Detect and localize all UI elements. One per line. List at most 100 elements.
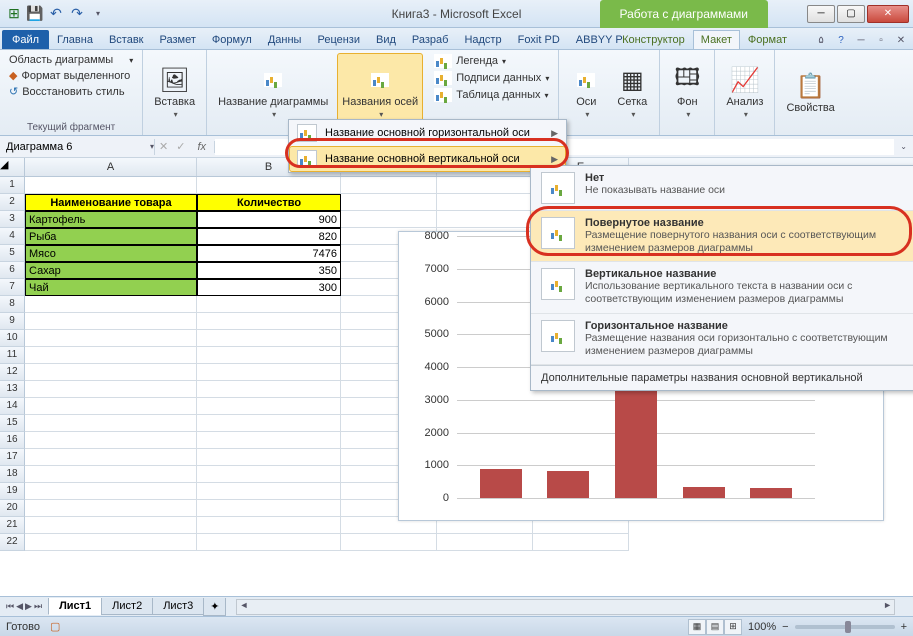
cell[interactable]: [25, 483, 197, 500]
cell[interactable]: [197, 177, 341, 194]
chart-element-selector[interactable]: Область диаграммы▾: [6, 53, 136, 67]
submenu-none[interactable]: НетНе показывать название оси: [531, 166, 913, 211]
row-header[interactable]: 8: [0, 296, 25, 313]
cell[interactable]: Рыба: [25, 228, 197, 245]
submenu-horizontal-title[interactable]: Горизонтальное названиеРазмещение назван…: [531, 314, 913, 365]
cell[interactable]: [197, 534, 341, 551]
cell[interactable]: [341, 534, 437, 551]
ribbon-minimize-icon[interactable]: ۵: [813, 35, 829, 49]
cell[interactable]: [25, 449, 197, 466]
row-header[interactable]: 13: [0, 381, 25, 398]
sheet-nav-arrows[interactable]: ⏮◀▶⏭: [0, 601, 49, 612]
row-header[interactable]: 1: [0, 177, 25, 194]
submenu-more-options[interactable]: Дополнительные параметры названия основн…: [531, 365, 913, 390]
background-button[interactable]: 🖽Фон: [666, 53, 708, 131]
cell[interactable]: [25, 534, 197, 551]
cell[interactable]: [25, 381, 197, 398]
sheet-tab-2[interactable]: Лист2: [101, 598, 153, 615]
tab-layout[interactable]: Размет: [152, 30, 204, 49]
cell[interactable]: [25, 466, 197, 483]
cell[interactable]: 820: [197, 228, 341, 245]
cell[interactable]: [25, 177, 197, 194]
cell[interactable]: [341, 194, 437, 211]
minimize-button[interactable]: ─: [807, 5, 835, 23]
cell[interactable]: [25, 313, 197, 330]
cell[interactable]: [25, 517, 197, 534]
cell[interactable]: [437, 211, 533, 228]
legend-button[interactable]: Легенда ▾: [431, 53, 552, 69]
cell[interactable]: [197, 313, 341, 330]
horizontal-scrollbar[interactable]: [236, 599, 895, 615]
cell[interactable]: [25, 330, 197, 347]
macro-record-icon[interactable]: ▢: [50, 620, 60, 633]
undo-icon[interactable]: ↶: [46, 4, 66, 24]
row-header[interactable]: 10: [0, 330, 25, 347]
cell[interactable]: Сахар: [25, 262, 197, 279]
row-header[interactable]: 7: [0, 279, 25, 296]
cell[interactable]: [197, 381, 341, 398]
cell[interactable]: [197, 449, 341, 466]
cell[interactable]: [197, 330, 341, 347]
gridlines-button[interactable]: ▦Сетка: [611, 53, 653, 131]
cell[interactable]: [197, 347, 341, 364]
row-header[interactable]: 9: [0, 313, 25, 330]
row-header[interactable]: 16: [0, 432, 25, 449]
help-icon[interactable]: ?: [833, 35, 849, 49]
tab-file[interactable]: Файл: [2, 30, 49, 49]
tab-foxit[interactable]: Foxit PD: [510, 30, 568, 49]
qat-more-icon[interactable]: ▾: [88, 4, 108, 24]
row-header[interactable]: 2: [0, 194, 25, 211]
cell[interactable]: [25, 364, 197, 381]
cell[interactable]: [197, 500, 341, 517]
tab-addins[interactable]: Надстр: [456, 30, 509, 49]
submenu-vertical-title[interactable]: Вертикальное названиеИспользование верти…: [531, 262, 913, 313]
row-header[interactable]: 20: [0, 500, 25, 517]
chart-bar[interactable]: [480, 469, 522, 498]
tab-chart-layout[interactable]: Макет: [693, 30, 740, 49]
row-header[interactable]: 15: [0, 415, 25, 432]
expand-formula-icon[interactable]: ⌄: [894, 142, 913, 151]
redo-icon[interactable]: ↷: [67, 4, 87, 24]
row-header[interactable]: 21: [0, 517, 25, 534]
tab-home[interactable]: Главна: [49, 30, 101, 49]
cell[interactable]: [197, 415, 341, 432]
submenu-rotated-title[interactable]: Повернутое названиеРазмещение повернутог…: [531, 211, 913, 262]
cell[interactable]: Количество: [197, 194, 341, 211]
doc-close-icon[interactable]: ✕: [893, 35, 909, 49]
row-header[interactable]: 6: [0, 262, 25, 279]
tab-insert[interactable]: Вставк: [101, 30, 152, 49]
cell[interactable]: 300: [197, 279, 341, 296]
cell[interactable]: 7476: [197, 245, 341, 262]
fx-icon[interactable]: fx: [189, 141, 215, 153]
cell[interactable]: Картофель: [25, 211, 197, 228]
cell[interactable]: [197, 466, 341, 483]
name-box[interactable]: [4, 139, 150, 155]
cell[interactable]: [437, 534, 533, 551]
row-header[interactable]: 12: [0, 364, 25, 381]
doc-minimize-icon[interactable]: ─: [853, 35, 869, 49]
data-table-button[interactable]: Таблица данных ▾: [431, 87, 552, 103]
cell[interactable]: [25, 415, 197, 432]
tab-developer[interactable]: Разраб: [404, 30, 457, 49]
cell[interactable]: [533, 534, 629, 551]
data-labels-button[interactable]: Подписи данных ▾: [431, 70, 552, 86]
cell[interactable]: Чай: [25, 279, 197, 296]
cell[interactable]: [197, 432, 341, 449]
cell[interactable]: [25, 347, 197, 364]
menu-item-vertical-axis-title[interactable]: Название основной вертикальной оси▶: [289, 146, 566, 172]
menu-item-horizontal-axis-title[interactable]: Название основной горизонтальной оси▶: [289, 120, 566, 146]
row-header[interactable]: 19: [0, 483, 25, 500]
cell[interactable]: Наименование товара: [25, 194, 197, 211]
col-header-a[interactable]: A: [25, 158, 197, 176]
row-header[interactable]: 5: [0, 245, 25, 262]
cell[interactable]: [25, 296, 197, 313]
cell[interactable]: [197, 483, 341, 500]
cell[interactable]: [25, 432, 197, 449]
chart-bar[interactable]: [683, 487, 725, 498]
chart-bar[interactable]: [547, 471, 589, 498]
close-button[interactable]: ✕: [867, 5, 909, 23]
zoom-out-icon[interactable]: −: [782, 621, 788, 633]
cell[interactable]: [341, 177, 437, 194]
row-header[interactable]: 22: [0, 534, 25, 551]
zoom-slider[interactable]: [795, 625, 895, 629]
